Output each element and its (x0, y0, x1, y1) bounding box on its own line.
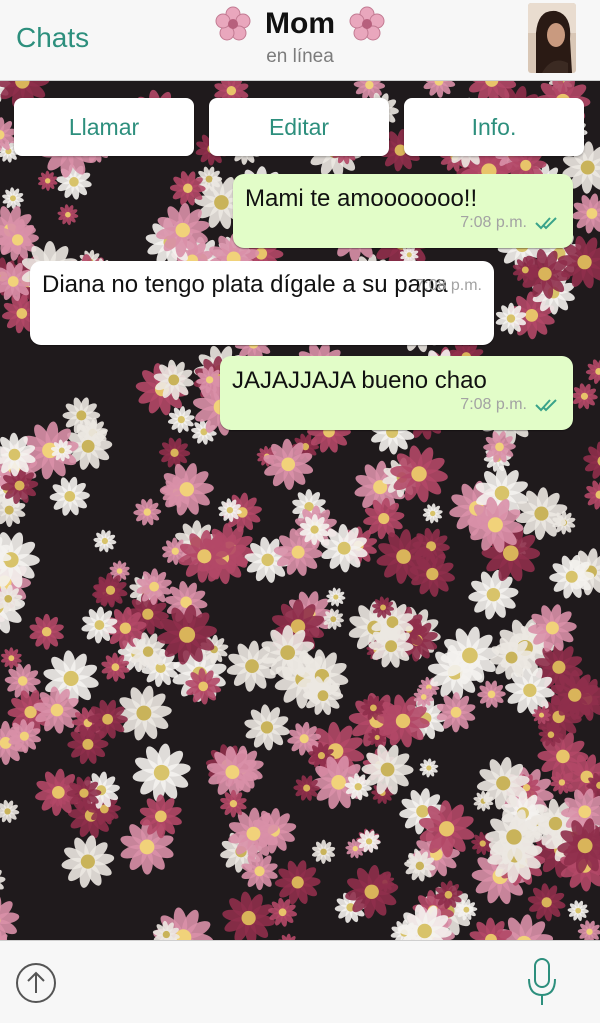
microphone-icon[interactable] (524, 955, 560, 1009)
flower-icon (215, 6, 251, 42)
message-time: 7:08 p.m. (460, 396, 527, 413)
double-check-icon (535, 398, 561, 412)
message-composer (0, 940, 600, 1023)
message-time: 7:08 p.m. (460, 214, 527, 231)
message-bubble-incoming[interactable]: Diana no tengo plata dígale a su papa 7:… (30, 261, 494, 345)
message-text: JAJAJJAJA bueno chao (232, 367, 487, 394)
flower-icon (349, 6, 385, 42)
edit-button[interactable]: Editar (209, 98, 389, 156)
contact-title[interactable]: Mom en línea (150, 4, 450, 68)
message-input[interactable] (76, 961, 490, 1007)
info-button[interactable]: Info. (404, 98, 584, 156)
double-check-icon (535, 216, 561, 230)
contact-status: en línea (266, 46, 334, 67)
message-bubble-outgoing[interactable]: Mami te amooooooo!! 7:08 p.m. (233, 174, 573, 248)
message-time: 7:08 p.m. (415, 277, 482, 294)
back-to-chats-link[interactable]: Chats (16, 22, 89, 54)
upload-arrow-icon[interactable] (14, 961, 58, 1005)
call-button[interactable]: Llamar (14, 98, 194, 156)
contact-name: Mom (265, 7, 335, 40)
contact-avatar[interactable] (528, 3, 576, 73)
message-bubble-outgoing[interactable]: JAJAJJAJA bueno chao 7:08 p.m. (220, 356, 573, 430)
message-text: Mami te amooooooo!! (245, 185, 478, 212)
chat-header: Chats Mom en línea (0, 0, 600, 81)
chat-screen: Chats Mom en línea Llamar Editar Info. M… (0, 0, 600, 1023)
